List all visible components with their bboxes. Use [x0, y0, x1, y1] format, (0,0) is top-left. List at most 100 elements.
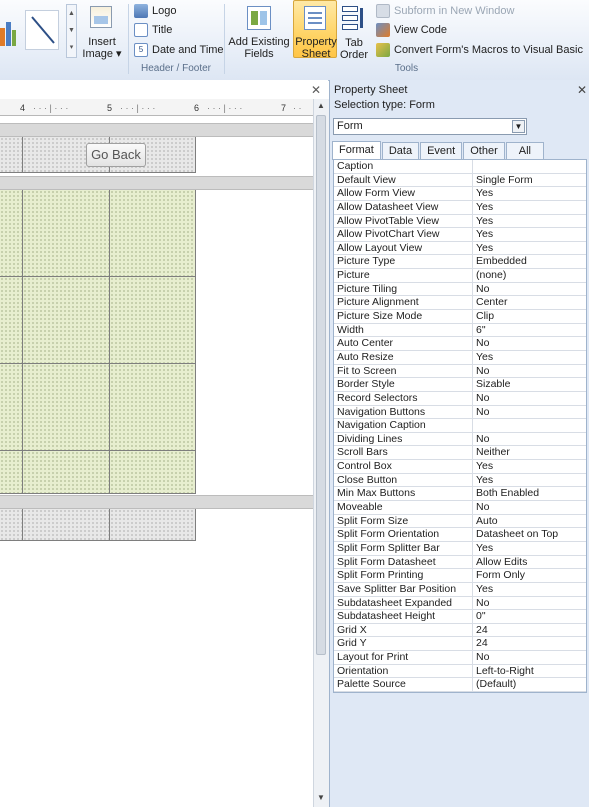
subform-new-window-button[interactable]: Subform in New Window [376, 2, 514, 20]
property-row[interactable]: Moveable No [334, 501, 586, 515]
tab-other[interactable]: Other [463, 142, 505, 159]
property-row[interactable]: Min Max Buttons Both Enabled [334, 487, 586, 502]
property-value[interactable]: Both Enabled [473, 487, 586, 500]
property-value[interactable]: Center [473, 296, 586, 309]
vertical-scrollbar[interactable]: ▲ ▼ [313, 99, 329, 807]
property-value[interactable]: No [473, 337, 586, 350]
scrollbar-thumb[interactable] [316, 115, 326, 655]
property-row[interactable]: Split Form Orientation Datasheet on Top [334, 528, 586, 542]
property-row[interactable]: Navigation Caption [334, 419, 586, 433]
date-time-button[interactable]: 5 Date and Time [134, 41, 224, 59]
property-value[interactable]: (Default) [473, 678, 586, 691]
scroll-down-icon[interactable]: ▼ [316, 793, 326, 803]
property-row[interactable]: Allow Form View Yes [334, 187, 586, 201]
property-value[interactable]: Neither [473, 446, 586, 459]
go-back-button[interactable]: Go Back [86, 143, 146, 167]
close-icon[interactable]: ✕ [577, 83, 587, 97]
property-value[interactable]: 24 [473, 624, 586, 637]
property-row[interactable]: Allow Datasheet View Yes [334, 200, 586, 215]
property-row[interactable]: Dividing Lines No [334, 432, 586, 447]
property-row[interactable]: Picture Size Mode Clip [334, 310, 586, 324]
property-value[interactable]: Embedded [473, 255, 586, 268]
property-row[interactable]: Record Selectors No [334, 391, 586, 406]
tab-order-button[interactable]: Tab Order [338, 2, 370, 61]
tab-event[interactable]: Event [420, 142, 463, 159]
property-value[interactable]: No [473, 501, 586, 514]
convert-macros-button[interactable]: Convert Form's Macros to Visual Basic [376, 41, 583, 59]
property-value[interactable]: Yes [473, 215, 586, 228]
add-existing-fields-button[interactable]: Add Existing Fields [228, 2, 290, 60]
property-value[interactable]: Sizable [473, 378, 586, 391]
property-sheet-button[interactable]: Property Sheet [293, 0, 337, 60]
property-value[interactable]: No [473, 392, 586, 405]
property-value[interactable]: Yes [473, 187, 586, 200]
property-value[interactable]: No [473, 651, 586, 664]
chevron-down-icon[interactable]: ▼ [512, 120, 525, 133]
tab-all[interactable]: All [505, 142, 544, 159]
property-row[interactable]: Border Style Sizable [334, 378, 586, 392]
property-value[interactable]: Left-to-Right [473, 665, 586, 678]
property-row[interactable]: Navigation Buttons No [334, 405, 586, 420]
scroll-up-icon[interactable]: ▲ [316, 101, 326, 111]
property-value[interactable]: Auto [473, 515, 586, 528]
property-row[interactable]: Allow PivotChart View Yes [334, 228, 586, 242]
property-value[interactable]: 24 [473, 637, 586, 650]
property-row[interactable]: Orientation Left-to-Right [334, 664, 586, 679]
property-row[interactable]: Split Form Datasheet Allow Edits [334, 555, 586, 570]
property-row[interactable]: Split Form Printing Form Only [334, 569, 586, 583]
property-value[interactable]: (none) [473, 269, 586, 282]
tab-data[interactable]: Data [381, 142, 420, 159]
object-selector[interactable]: Form ▼ [333, 118, 527, 135]
property-value[interactable]: Yes [473, 228, 586, 241]
property-row[interactable]: Split Form Size Auto [334, 514, 586, 529]
property-row[interactable]: Default View Single Form [334, 173, 586, 188]
property-value[interactable]: Datasheet on Top [473, 528, 586, 541]
property-value[interactable]: Yes [473, 583, 586, 596]
property-row[interactable]: Allow Layout View Yes [334, 241, 586, 256]
property-row[interactable]: Layout for Print No [334, 651, 586, 665]
property-row[interactable]: Subdatasheet Height 0" [334, 610, 586, 624]
tab-format[interactable]: Format [332, 141, 381, 160]
property-value[interactable]: Single Form [473, 174, 586, 187]
property-value[interactable]: Yes [473, 242, 586, 255]
property-value[interactable]: No [473, 365, 586, 378]
property-row[interactable]: Control Box Yes [334, 460, 586, 474]
insert-image-button[interactable]: Insert Image ▾ [82, 2, 122, 60]
property-value[interactable]: 6" [473, 324, 586, 337]
chart-icon[interactable] [0, 18, 16, 46]
property-row[interactable]: Auto Center No [334, 337, 586, 351]
line-control-icon[interactable] [25, 10, 59, 50]
property-row[interactable]: Split Form Splitter Bar Yes [334, 541, 586, 556]
property-row[interactable]: Close Button Yes [334, 473, 586, 488]
property-value[interactable]: No [473, 597, 586, 610]
title-button[interactable]: Title [134, 21, 172, 39]
property-value[interactable]: Yes [473, 351, 586, 364]
property-row[interactable]: Picture Type Embedded [334, 255, 586, 270]
property-value[interactable]: Yes [473, 542, 586, 555]
property-value[interactable]: Yes [473, 474, 586, 487]
property-row[interactable]: Picture Alignment Center [334, 296, 586, 311]
property-value[interactable]: Yes [473, 201, 586, 214]
property-value[interactable]: No [473, 406, 586, 419]
property-row[interactable]: Picture (none) [334, 269, 586, 283]
property-row[interactable]: Scroll Bars Neither [334, 446, 586, 461]
property-row[interactable]: Grid Y 24 [334, 637, 586, 652]
property-value[interactable]: No [473, 433, 586, 446]
close-icon[interactable]: ✕ [311, 83, 321, 97]
form-footer-bar[interactable] [0, 495, 313, 509]
property-row[interactable]: Fit to Screen No [334, 364, 586, 379]
property-row[interactable]: Picture Tiling No [334, 282, 586, 297]
gallery-scroll[interactable]: ▲ ▼ ▾ [66, 4, 77, 58]
property-value[interactable]: No [473, 283, 586, 296]
property-value[interactable] [473, 160, 586, 173]
property-value[interactable]: Clip [473, 310, 586, 323]
property-value[interactable]: Allow Edits [473, 556, 586, 569]
property-row[interactable]: Width 6" [334, 323, 586, 338]
property-row[interactable]: Palette Source (Default) [334, 678, 586, 692]
property-value[interactable]: Yes [473, 460, 586, 473]
logo-button[interactable]: Logo [134, 2, 176, 20]
detail-section-bar[interactable] [0, 176, 313, 190]
form-header-bar[interactable] [0, 123, 313, 137]
property-row[interactable]: Allow PivotTable View Yes [334, 214, 586, 229]
property-row[interactable]: Grid X 24 [334, 623, 586, 638]
